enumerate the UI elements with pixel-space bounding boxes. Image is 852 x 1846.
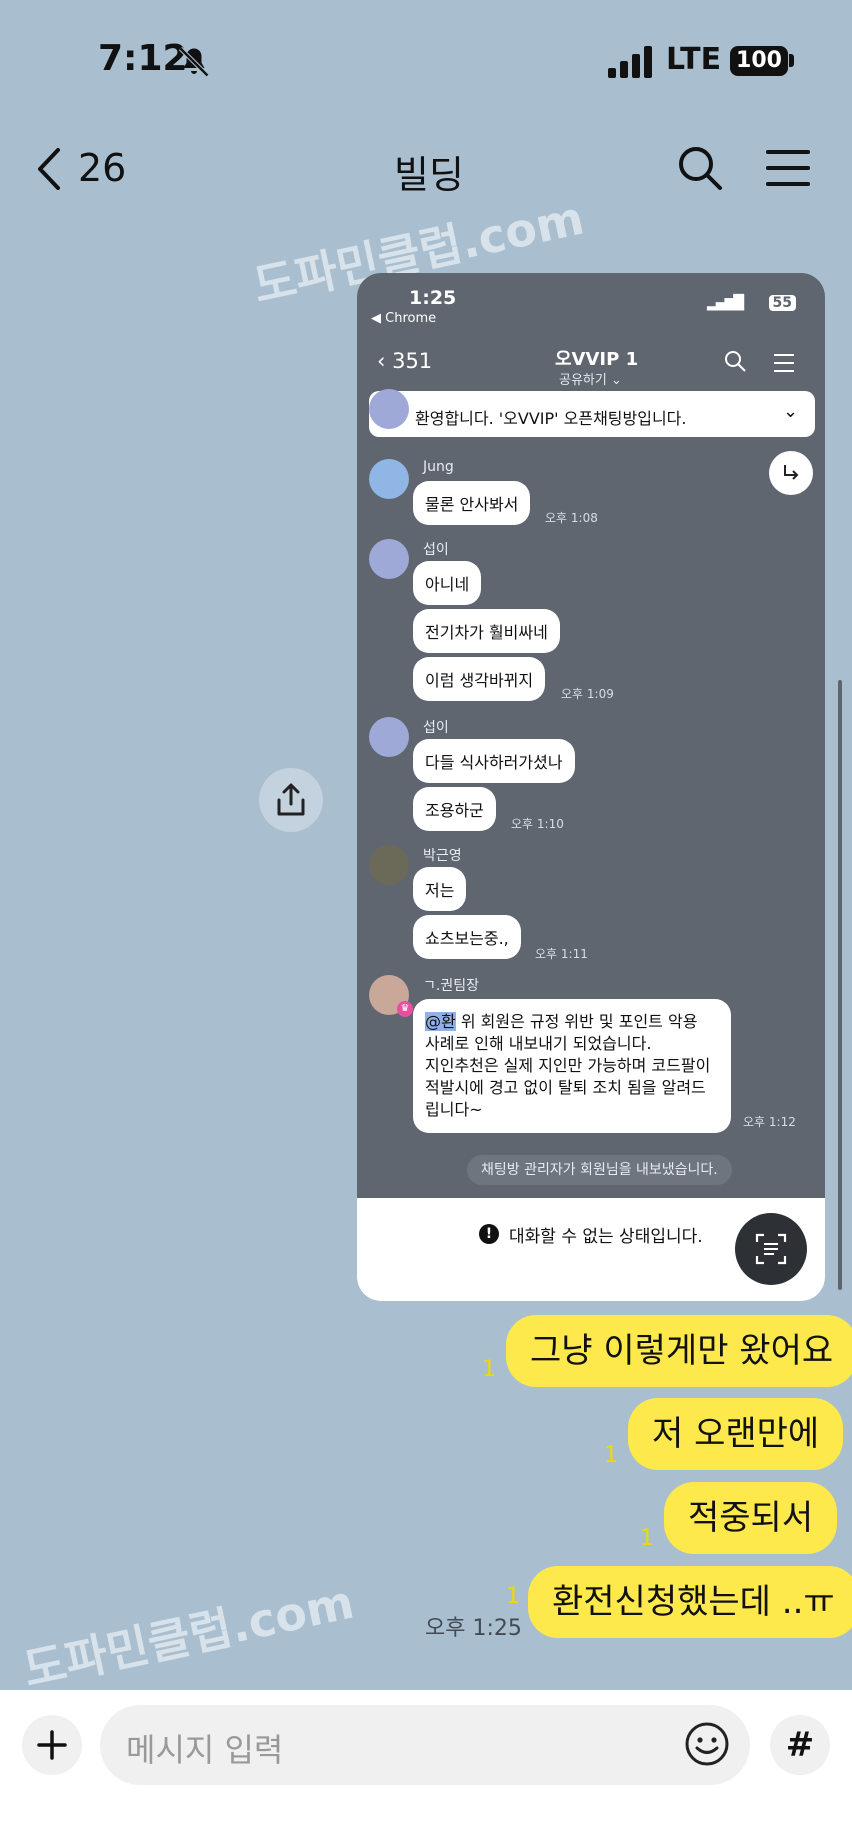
text-scan-icon bbox=[735, 1213, 807, 1285]
sender-name: ㄱ.권팀장 bbox=[423, 978, 479, 994]
jump-icon bbox=[769, 451, 813, 495]
my-chat-bubble[interactable]: 그냥 이렇게만 왔어요 bbox=[506, 1315, 852, 1387]
message-time: 오후 1:25 bbox=[425, 1616, 522, 1641]
alert-icon: ! bbox=[479, 1224, 499, 1244]
system-message: 채팅방 관리자가 회원님을 내보냈습니다. bbox=[467, 1155, 732, 1185]
inner-subtitle: 공유하기 ⌄ bbox=[559, 373, 622, 388]
avatar bbox=[369, 845, 409, 885]
avatar bbox=[369, 459, 409, 499]
inner-subtitle-label: 공유하기 bbox=[559, 373, 607, 388]
inner-status-time: 1:25 bbox=[409, 287, 457, 309]
inner-search-icon bbox=[725, 351, 746, 372]
sender-name: 섭이 bbox=[423, 542, 449, 558]
my-chat-bubble[interactable]: 적중되서 bbox=[664, 1482, 838, 1554]
admin-line: 위 회원은 규정 위반 및 포인트 악용 bbox=[460, 1012, 698, 1031]
unread-count: 1 bbox=[640, 1526, 654, 1551]
inner-back: ‹ 351 bbox=[377, 349, 433, 373]
message-time: 오후 1:08 bbox=[545, 511, 598, 525]
scrollbar[interactable] bbox=[838, 680, 842, 1290]
shared-screenshot-image[interactable]: 1:25 ◀ Chrome ▂▄▆█ 55 ‹ 351 오VVIP 1 공유하기… bbox=[357, 273, 825, 1301]
inner-bottom-bar: ! 대화할 수 없는 상태입니다. bbox=[357, 1198, 825, 1301]
sender-name: Jung bbox=[423, 459, 454, 475]
status-time: 7:12 bbox=[98, 38, 188, 79]
chat-bubble: 전기차가 훨비싸네 bbox=[413, 609, 560, 653]
message-time: 오후 1:09 bbox=[561, 687, 614, 701]
search-icon[interactable] bbox=[676, 144, 724, 192]
menu-icon[interactable] bbox=[766, 148, 810, 188]
watermark-bottom: 도파민클럽.com bbox=[18, 1574, 359, 1698]
chat-bubble: 이럼 생각바뀌지 bbox=[413, 657, 546, 701]
avatar bbox=[369, 539, 409, 579]
admin-line: 립니다~ bbox=[425, 1100, 483, 1119]
admin-line: 지인추천은 실제 지인만 가능하며 코드팔이 bbox=[425, 1056, 711, 1075]
my-chat-bubble[interactable]: 저 오랜만에 bbox=[628, 1398, 844, 1470]
plus-icon[interactable] bbox=[22, 1715, 82, 1775]
message-time: 오후 1:10 bbox=[511, 817, 564, 831]
admin-line: 적발시에 경고 없이 탈퇴 조치 됨을 알려드 bbox=[425, 1078, 706, 1097]
message-time: 오후 1:11 bbox=[535, 947, 588, 961]
unread-count: 1 bbox=[482, 1357, 496, 1382]
unread-count: 1 bbox=[506, 1584, 520, 1609]
chat-bubble: 저는 bbox=[413, 867, 467, 911]
avatar bbox=[369, 389, 409, 429]
signal-icon bbox=[608, 46, 652, 78]
chat-bubble: 다들 식사하러가셨나 bbox=[413, 739, 575, 783]
inner-title: 오VVIP 1 bbox=[555, 349, 639, 370]
inner-menu-icon bbox=[774, 354, 794, 372]
share-button[interactable] bbox=[259, 768, 323, 832]
emoji-icon[interactable] bbox=[684, 1721, 730, 1767]
inner-battery: 55 bbox=[768, 295, 797, 311]
unread-count: 1 bbox=[604, 1443, 618, 1468]
chevron-left-icon[interactable] bbox=[34, 146, 64, 192]
upload-icon bbox=[277, 783, 305, 816]
avatar bbox=[369, 717, 409, 757]
message-input[interactable]: 메시지 입력 bbox=[100, 1705, 750, 1785]
admin-message-bubble: @환 위 회원은 규정 위반 및 포인트 악용 사례로 인해 내보내기 되었습니… bbox=[413, 999, 731, 1133]
inner-back-app: ◀ Chrome bbox=[371, 311, 437, 326]
message-input-placeholder: 메시지 입력 bbox=[126, 1731, 284, 1769]
sender-name: 박근영 bbox=[423, 848, 462, 864]
chat-bubble: 물론 안사봐서 bbox=[413, 481, 531, 525]
battery-tip bbox=[789, 54, 794, 67]
inner-notice-text: 환영합니다. '오VVIP' 오픈채팅방입니다. bbox=[415, 409, 687, 428]
inner-back-count: 351 bbox=[392, 349, 433, 373]
chat-bubble: 아니네 bbox=[413, 561, 482, 605]
my-chat-bubble[interactable]: 환전신청했는데 ..ㅠ bbox=[528, 1566, 852, 1638]
battery-icon: 100 bbox=[730, 46, 788, 76]
page-title: 빌딩 bbox=[394, 153, 464, 197]
chevron-down-icon: ⌄ bbox=[783, 401, 799, 422]
chat-bubble: 조용하군 bbox=[413, 787, 496, 831]
inner-notice: 환영합니다. '오VVIP' 오픈채팅방입니다. ⌄ bbox=[369, 391, 815, 437]
bell-slash-icon bbox=[178, 46, 210, 78]
mention: @환 bbox=[425, 1012, 456, 1031]
inner-status-icons: ▂▄▆█ 55 bbox=[707, 295, 797, 311]
network-type: LTE bbox=[666, 42, 722, 77]
message-time: 오후 1:12 bbox=[743, 1115, 796, 1129]
back-count[interactable]: 26 bbox=[78, 146, 126, 190]
chat-bubble: 쇼츠보는중., bbox=[413, 915, 521, 959]
crown-icon: ♛ bbox=[397, 1001, 413, 1017]
admin-line: 사례로 인해 내보내기 되었습니다. bbox=[425, 1034, 652, 1053]
inner-bottom-text: 대화할 수 없는 상태입니다. bbox=[509, 1227, 703, 1247]
hashtag-icon[interactable]: # bbox=[770, 1715, 830, 1775]
sender-name: 섭이 bbox=[423, 720, 449, 736]
